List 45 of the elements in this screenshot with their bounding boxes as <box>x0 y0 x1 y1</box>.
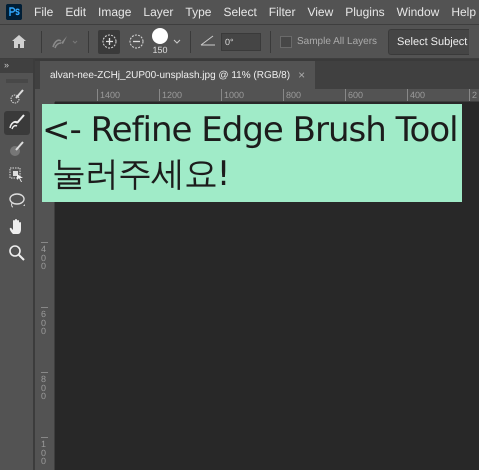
lasso-icon <box>8 192 26 210</box>
ruler-label: 100 <box>41 437 48 470</box>
refine-edge-brush-icon <box>8 114 26 132</box>
annotation-text: <- Refine Edge Brush Tool <box>42 109 459 152</box>
quick-selection-brush-icon <box>8 88 26 106</box>
document-title: alvan-nee-ZCHj_2UP00-unsplash.jpg @ 11% (RGB/8) <box>50 70 290 80</box>
document-tab[interactable]: alvan-nee-ZCHj_2UP00-unsplash.jpg @ 11% (RGB/8) × <box>40 61 316 89</box>
toolbar-collapse-button[interactable]: » <box>0 59 33 73</box>
home-icon[interactable] <box>12 35 26 48</box>
select-subject-button[interactable]: Select Subject <box>388 28 470 54</box>
menu-item[interactable]: Type <box>185 5 212 19</box>
menu-item[interactable]: Filter <box>268 5 296 19</box>
menu-item[interactable]: Edit <box>65 5 86 19</box>
ruler-label: 1400 <box>97 89 159 101</box>
menu-item[interactable]: Image <box>98 5 132 19</box>
magnifier-icon <box>8 244 26 262</box>
brush-preview-icon[interactable] <box>152 28 168 44</box>
angle-icon <box>200 35 216 46</box>
brush-size-label: 150 <box>152 45 168 55</box>
ruler-label: 800 <box>41 372 48 437</box>
menu-item[interactable]: File <box>34 5 54 19</box>
tool-button[interactable] <box>4 111 30 135</box>
ruler-label: 400 <box>41 242 48 307</box>
ruler-label: 600 <box>345 89 407 101</box>
caret-icon[interactable] <box>173 38 181 44</box>
ruler-label: 2 <box>469 89 479 101</box>
ruler-label: 1000 <box>221 89 283 101</box>
menu-item[interactable]: Select <box>223 5 257 19</box>
menu-item[interactable]: Help <box>451 5 476 19</box>
annotation-text: 눌러주세요! <box>50 153 230 196</box>
angle-field[interactable]: 0° <box>221 32 261 50</box>
add-mode-button[interactable] <box>98 30 120 54</box>
ruler-label: 1200 <box>159 89 221 101</box>
paint-brush-icon <box>8 140 26 158</box>
menu-item[interactable]: Window <box>396 5 440 19</box>
ruler-label: 800 <box>283 89 345 101</box>
menu-item[interactable]: Plugins <box>345 5 385 19</box>
menu-item[interactable]: View <box>307 5 334 19</box>
ruler-label: 600 <box>41 307 48 372</box>
ruler-label: 400 <box>407 89 469 101</box>
close-tab-button[interactable]: × <box>298 68 306 82</box>
menu-item[interactable]: Layer <box>143 5 174 19</box>
object-selection-icon <box>8 166 26 184</box>
sample-all-layers-label: Sample All Layers <box>297 36 378 47</box>
app-logo-icon[interactable] <box>6 4 22 20</box>
